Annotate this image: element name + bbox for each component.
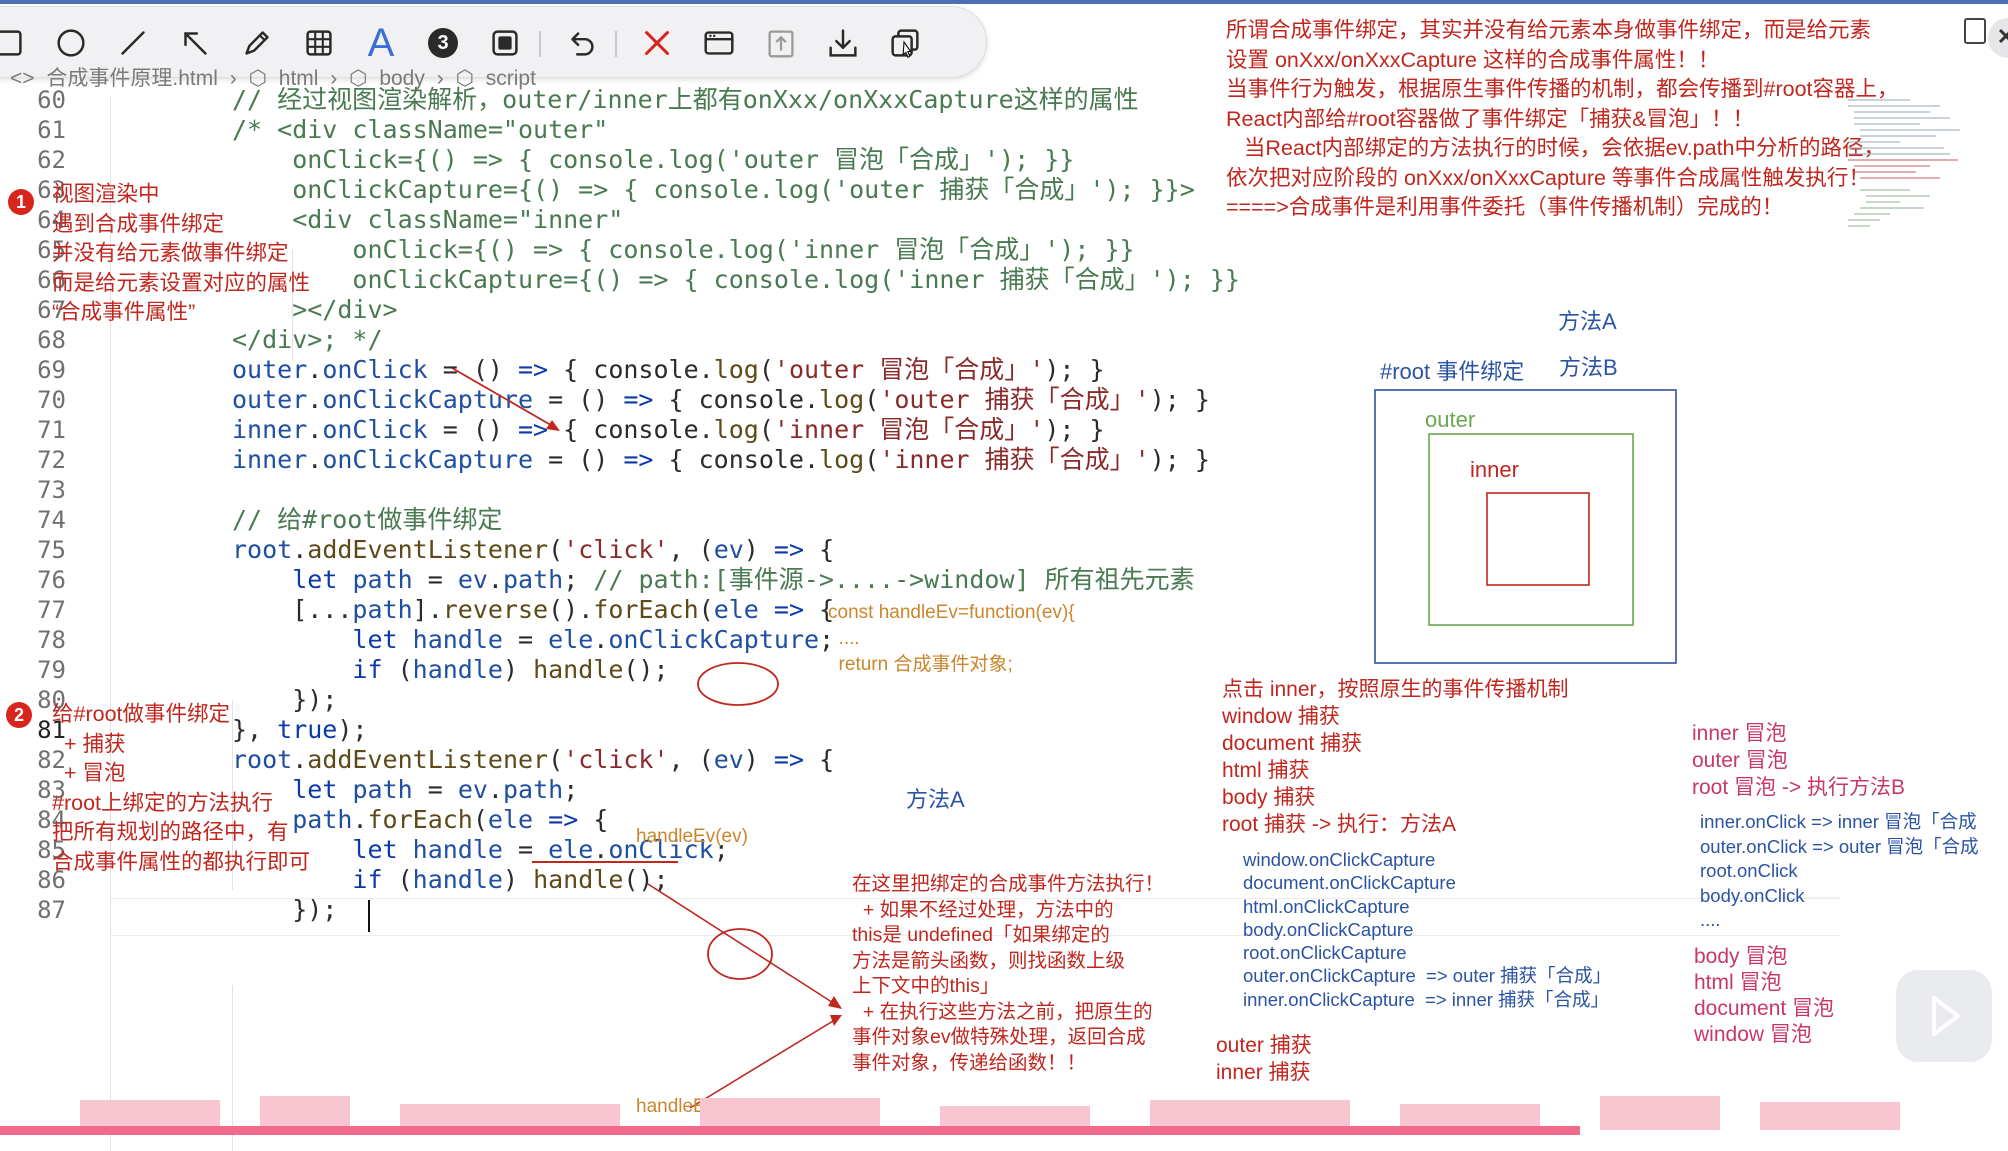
annotation-arrowhead [546,420,560,431]
panel-toggle-icon[interactable] [1964,18,1986,44]
bubble-flow-note: inner 冒泡 outer 冒泡 root 冒泡 -> 执行方法B [1692,722,1905,799]
screenshot-stage: A 3 <> 合成事件原理.html › ⬡ html › ⬡ body › ⬡… [0,0,2008,1151]
step-badge-2: 2 [6,702,32,728]
inner-label: inner [1470,457,1519,482]
summary-note: 所谓合成事件绑定，其实并没有给元素本身做事件绑定，而是给元素 设置 onXxx/… [1226,18,1899,219]
annotation-circle [697,662,779,706]
audio-waveform [80,1096,1900,1130]
annotation-arrow [451,367,557,429]
capture-flow-note: 点击 inner，按照原生的事件传播机制 window 捕获 document … [1222,678,1569,836]
handle-ev-definition: const handleEv=function(ev){ .... return… [828,602,1075,675]
code-minimap[interactable] [1840,90,1970,280]
inner-box [1486,492,1590,586]
annotation-circle [707,928,773,980]
playback-progress-bar[interactable] [0,1126,1580,1135]
close-overlay-button[interactable] [1988,18,2008,58]
method-a-label: 方法A [1558,309,1617,334]
bubble-call-list: inner.onClick => inner 冒泡「合成 outer.onCli… [1700,811,1979,930]
bubble-tail-note: body 冒泡 html 冒泡 document 冒泡 window 冒泡 [1694,945,1835,1046]
annotation-arrow [647,883,839,1007]
root-bind-note: 给#root做事件绑定 + 捕获 + 冒泡 #root上绑定的方法执行 把所有规… [52,702,311,874]
play-button[interactable] [1896,970,1992,1062]
step-badge-1: 1 [8,189,34,215]
execution-note: 在这里把绑定的合成事件方法执行！ + 如果不经过处理，方法中的 this是 un… [852,873,1165,1074]
root-bind-label: #root 事件绑定 [1380,359,1525,384]
render-note: 视图渲染中 遇到合成事件绑定 并没有给元素做事件绑定 而是给元素设置对应的属性 … [52,182,311,324]
capture-call-list: window.onClickCapture document.onClickCa… [1243,849,1612,1010]
play-icon [1932,996,1960,1036]
method-b-label: 方法B [1559,355,1618,380]
handle-ev-inline: handleEv(ev) [636,826,748,847]
annotation-arrowhead [828,996,842,1009]
method-a-inline-label: 方法A [906,787,965,812]
root-container-box [1374,389,1677,664]
outer-label: outer [1425,407,1476,432]
capture-tail-note: outer 捕获 inner 捕获 [1216,1034,1312,1084]
close-icon [1998,28,2008,44]
outer-box [1428,433,1634,626]
annotation-arrowhead [830,1015,842,1026]
